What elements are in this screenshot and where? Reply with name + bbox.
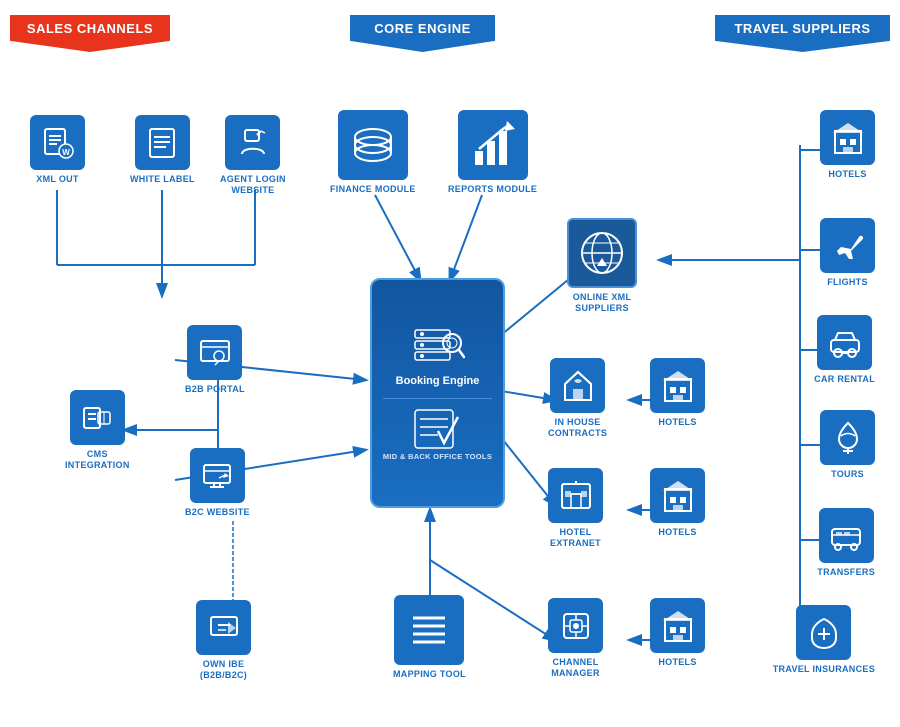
hotel-extranet-box: HOTELEXTRANET	[548, 468, 603, 549]
travel-header-text: TRAVEL SUPPLIERS	[734, 21, 870, 36]
hotels-4-icon	[650, 598, 705, 653]
reports-module-icon	[458, 110, 528, 180]
hotels-2-label: HOTELS	[658, 417, 696, 428]
hotels-3-box: HOTELS	[650, 468, 705, 538]
travel-insurances-icon	[796, 605, 851, 660]
reports-module-label: REPORTS MODULE	[448, 184, 537, 195]
transfers-label: TRANSFERS	[817, 567, 875, 578]
hotel-extranet-icon	[548, 468, 603, 523]
reports-module-box: REPORTS MODULE	[448, 110, 537, 195]
tours-icon	[820, 410, 875, 465]
travel-suppliers-header: TRAVEL SUPPLIERS	[715, 15, 890, 52]
mapping-tool-box: MAPPING TOOL	[393, 595, 466, 680]
online-xml-icon	[567, 218, 637, 288]
travel-insurances-box: TRAVEL INSURANCES	[773, 605, 875, 675]
flights-icon	[820, 218, 875, 273]
mid-back-label: MID & BACK OFFICE TOOLS	[383, 452, 492, 461]
b2c-label: B2C WEBSITE	[185, 507, 250, 518]
core-engine-header: CORE ENGINE	[350, 15, 495, 52]
online-xml-label: ONLINE XMLSUPPLIERS	[573, 292, 632, 314]
flights-label: FLIGHTS	[827, 277, 868, 288]
booking-engine-box: Booking Engine MID & BACK OFFICE TOOLS	[370, 278, 505, 508]
hotels-2-icon	[650, 358, 705, 413]
b2b-portal-label: B2B PORTAL	[185, 384, 245, 395]
diagram: SALES CHANNELS CORE ENGINE TRAVEL SUPPLI…	[0, 0, 900, 727]
flights-box: FLIGHTS	[820, 218, 875, 288]
booking-engine-title: Booking Engine	[396, 374, 480, 388]
cms-label: CMSINTEGRATION	[65, 449, 130, 471]
hotels-3-icon	[650, 468, 705, 523]
xml-out-label: XML OUT	[36, 174, 78, 185]
channel-manager-icon	[548, 598, 603, 653]
hotel-extranet-label: HOTELEXTRANET	[550, 527, 601, 549]
channel-manager-box: CHANNELMANAGER	[548, 598, 603, 679]
xml-out-box: W XML OUT	[30, 115, 85, 185]
xml-out-icon: W	[30, 115, 85, 170]
transfers-box: TRANSFERS	[817, 508, 875, 578]
agent-login-box: AGENT LOGIN WEBSITE	[220, 115, 286, 196]
white-label-label: WHITE LABEL	[130, 174, 195, 185]
hotels-4-label: HOTELS	[658, 657, 696, 668]
online-xml-box: ONLINE XMLSUPPLIERS	[567, 218, 637, 314]
tours-label: TOURS	[831, 469, 864, 480]
car-rental-label: CAR RENTAL	[814, 374, 875, 385]
finance-module-label: FINANCE MODULE	[330, 184, 416, 195]
b2c-website-box: B2C WEBSITE	[185, 448, 250, 518]
b2b-portal-icon	[187, 325, 242, 380]
mapping-tool-label: MAPPING TOOL	[393, 669, 466, 680]
svg-text:W: W	[62, 148, 70, 157]
own-ibe-icon	[196, 600, 251, 655]
hotels-1-label: HOTELS	[828, 169, 866, 180]
mapping-tool-icon	[394, 595, 464, 665]
b2b-portal-box: B2B PORTAL	[185, 325, 245, 395]
hotels-1-icon	[820, 110, 875, 165]
b2c-icon	[190, 448, 245, 503]
hotels-2-box: HOTELS	[650, 358, 705, 428]
in-house-box: IN HOUSECONTRACTS	[548, 358, 607, 439]
channel-manager-label: CHANNELMANAGER	[551, 657, 600, 679]
white-label-box: WHITE LABEL	[130, 115, 195, 185]
hotels-3-label: HOTELS	[658, 527, 696, 538]
cms-integration-box: CMSINTEGRATION	[65, 390, 130, 471]
finance-module-box: FINANCE MODULE	[330, 110, 416, 195]
hotels-1-box: HOTELS	[820, 110, 875, 180]
own-ibe-label: OWN IBE(B2B/B2C)	[200, 659, 247, 681]
sales-channels-header: SALES CHANNELS	[10, 15, 170, 52]
white-label-icon	[135, 115, 190, 170]
hotels-4-box: HOTELS	[650, 598, 705, 668]
transfers-icon	[819, 508, 874, 563]
own-ibe-box: OWN IBE(B2B/B2C)	[196, 600, 251, 681]
core-header-text: CORE ENGINE	[374, 21, 471, 36]
sales-header-text: SALES CHANNELS	[27, 21, 153, 36]
agent-login-icon	[225, 115, 280, 170]
cms-icon	[70, 390, 125, 445]
in-house-icon	[550, 358, 605, 413]
car-rental-icon	[817, 315, 872, 370]
travel-insurances-label: TRAVEL INSURANCES	[773, 664, 875, 675]
car-rental-box: CAR RENTAL	[814, 315, 875, 385]
in-house-label: IN HOUSECONTRACTS	[548, 417, 607, 439]
agent-login-label: AGENT LOGIN WEBSITE	[220, 174, 286, 196]
finance-module-icon	[338, 110, 408, 180]
tours-box: TOURS	[820, 410, 875, 480]
